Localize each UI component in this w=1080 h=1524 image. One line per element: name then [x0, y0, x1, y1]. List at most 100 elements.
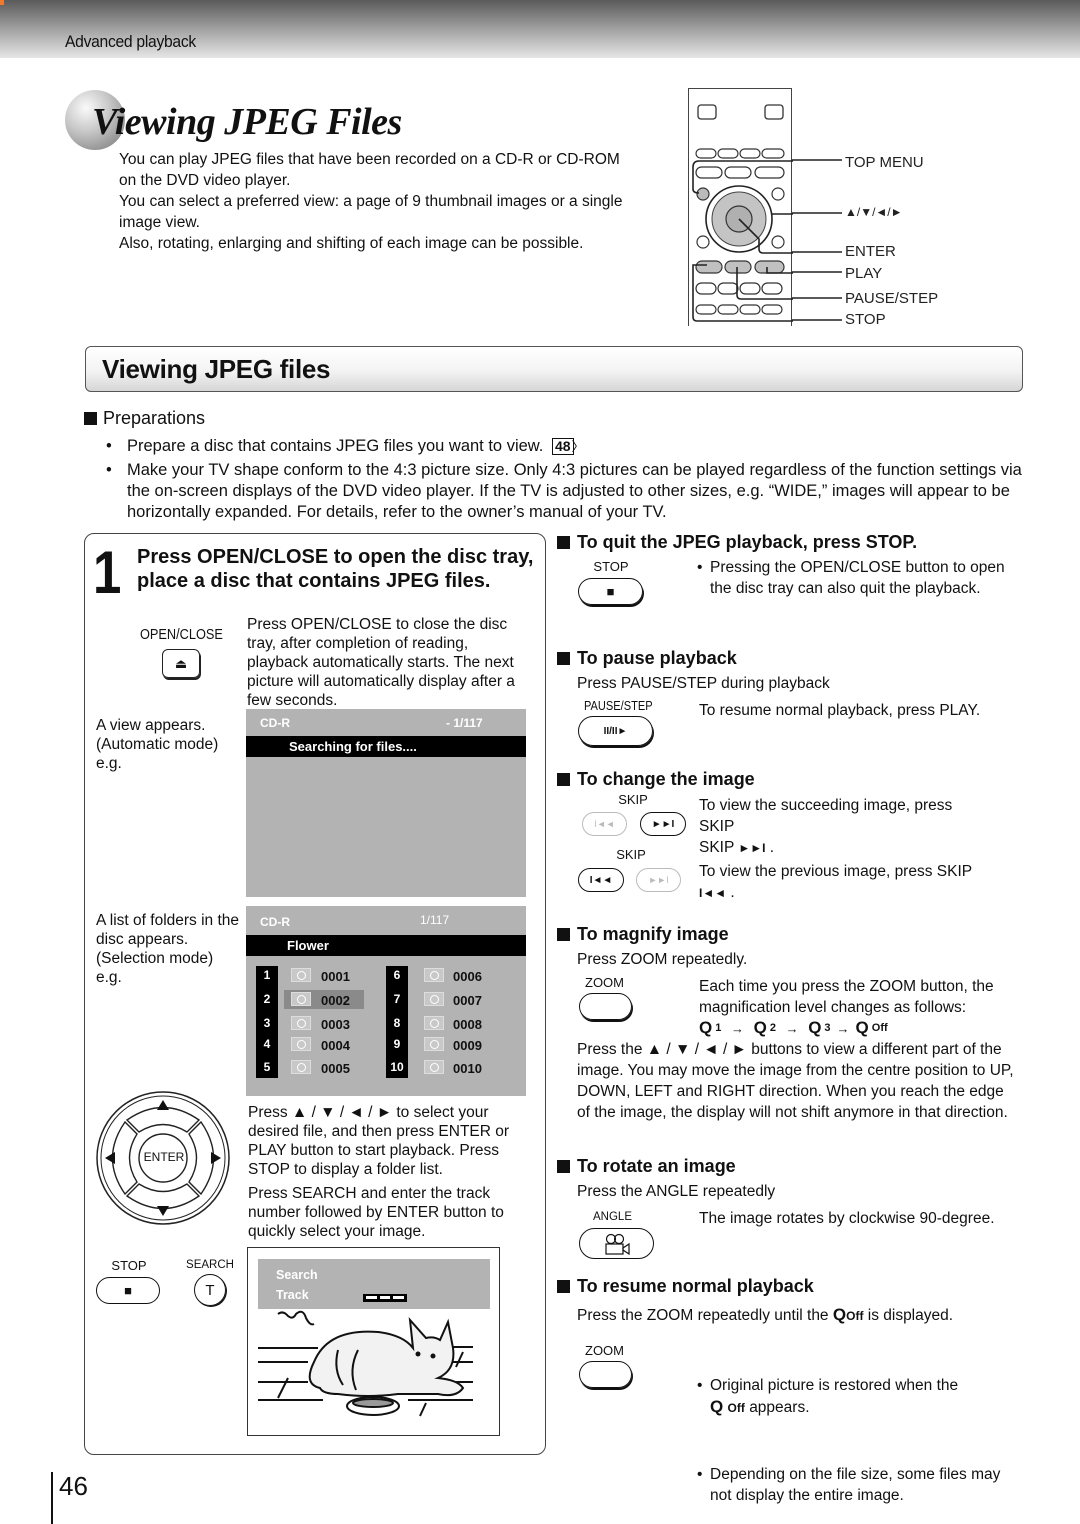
skip-next-icon: ►►I — [651, 818, 675, 830]
pause-step-button[interactable]: II/II► — [578, 716, 653, 746]
zoom-level: Q1 — [699, 1018, 722, 1037]
angle-label: ANGLE — [593, 1211, 632, 1223]
arrow-right-icon: → — [781, 1020, 803, 1036]
resume-heading: To resume normal playback — [557, 1276, 814, 1297]
file-number: 5 — [263, 1060, 271, 1074]
track-input-field — [363, 1294, 407, 1302]
arrow-right-icon: → — [727, 1020, 748, 1036]
pause-step-icon: II/II► — [603, 725, 628, 737]
preparations-heading: Preparations — [84, 408, 205, 429]
square-bullet-icon — [84, 412, 97, 425]
file-number: 10 — [390, 1060, 404, 1074]
heading-text: To rotate an image — [577, 1156, 736, 1176]
file-item[interactable]: 0007 — [453, 993, 482, 1008]
corner-mark — [0, 0, 4, 5]
square-bullet-icon — [557, 1160, 570, 1173]
skip-next-button[interactable]: ►►I — [640, 812, 686, 836]
file-number: 9 — [393, 1037, 401, 1051]
label-arrows: ▲/▼/◄/► — [845, 205, 903, 219]
square-bullet-icon — [557, 1280, 570, 1293]
skip-prev-text: To view the previous image, press SKIP I◄… — [699, 863, 973, 901]
label-play: PLAY — [845, 265, 883, 282]
square-bullet-icon — [557, 536, 570, 549]
list-item: Prepare a disc that contains JPEG files … — [106, 436, 1026, 457]
file-item[interactable]: 0003 — [321, 1017, 350, 1032]
file-number: 1 — [263, 968, 271, 982]
image-file-icon — [424, 968, 444, 982]
page-number-rule — [51, 1472, 53, 1524]
magnifier-icon: Q — [753, 1018, 767, 1037]
open-close-button[interactable]: ⏏ — [162, 649, 200, 678]
file-item[interactable]: 0009 — [453, 1038, 482, 1053]
osd-counter: 1/117 — [420, 913, 450, 927]
osd-search-label: Search — [276, 1268, 318, 1282]
magnifier-icon: Q — [832, 1305, 847, 1324]
stop-label: STOP — [111, 1258, 147, 1273]
zoom-button[interactable] — [579, 1361, 632, 1388]
zoom-level-sequence: Q1 → Q2 → Q3 → Q Off — [699, 1018, 888, 1038]
file-item[interactable]: 0001 — [321, 969, 350, 984]
page-number: 46 — [59, 1471, 88, 1501]
file-item[interactable]: 0004 — [321, 1038, 350, 1053]
arrow-right-icon: → — [836, 1020, 850, 1036]
square-bullet-icon — [557, 652, 570, 665]
square-bullet-icon — [557, 773, 570, 786]
remote-buttons-illustration — [692, 104, 793, 322]
rotate-instruction: Press the ANGLE repeatedly — [577, 1183, 776, 1200]
osd-disc-type: CD-R — [260, 716, 290, 730]
pan-text: Press the ▲ / ▼ / ◄ / ► buttons to view … — [577, 1041, 1014, 1121]
skip-prev-button[interactable]: I◄◄ — [578, 868, 624, 892]
stop-label: STOP — [593, 559, 629, 574]
file-item[interactable]: 0002 — [321, 993, 350, 1008]
prep-text: Prepare a disc that contains JPEG files … — [127, 437, 544, 455]
label-enter: ENTER — [845, 243, 896, 260]
osd-track-label: Track — [276, 1288, 309, 1302]
selection-mode-osd: CD-R 1/117 Flower 1 0001 2 0002 3 0003 4 0004 5 0… — [246, 906, 526, 1096]
stop-button[interactable]: ■ — [96, 1277, 160, 1304]
file-item[interactable]: 0005 — [321, 1061, 350, 1076]
intro-text: You can play JPEG files that have been r… — [119, 149, 639, 254]
heading-text: To magnify image — [577, 924, 729, 944]
zoom-label: ZOOM — [585, 975, 624, 990]
heading-text: To resume normal playback — [577, 1276, 814, 1296]
zoom-level: Q Off — [855, 1018, 888, 1037]
pause-heading: To pause playback — [557, 648, 737, 669]
angle-button[interactable] — [579, 1228, 654, 1259]
resume-instruction: Press the ZOOM repeatedly until the QOff… — [577, 1305, 954, 1324]
search-example-screen: Search Track — [247, 1247, 500, 1436]
image-file-icon — [291, 992, 311, 1006]
search-label: SEARCH — [186, 1259, 234, 1271]
page-ref-link[interactable]: 48 — [551, 438, 584, 455]
pause-note: To resume normal playback, press PLAY. — [699, 702, 981, 719]
preparations-label: Preparations — [103, 408, 206, 428]
intro-line: Also, rotating, enlarging and shifting o… — [119, 235, 584, 252]
osd-status-bar: Searching for files.... — [246, 736, 526, 757]
image-file-icon — [424, 1016, 444, 1030]
file-number: 8 — [393, 1016, 401, 1030]
search-button[interactable]: T — [194, 1274, 226, 1306]
file-number: 2 — [263, 992, 271, 1006]
stop-button[interactable]: ■ — [578, 578, 643, 605]
file-item[interactable]: 0008 — [453, 1017, 482, 1032]
open-close-text: Press OPEN/CLOSE to close the disc tray,… — [247, 616, 515, 709]
quit-heading: To quit the JPEG playback, press STOP. — [557, 532, 917, 553]
file-number: 6 — [393, 968, 401, 982]
step-number: 1 — [93, 539, 122, 606]
image-file-icon — [424, 1037, 444, 1051]
step-heading: Press OPEN/CLOSE to open the disc tray, … — [137, 546, 534, 592]
stop-icon: ■ — [606, 584, 615, 599]
file-number: 7 — [393, 992, 401, 1006]
label-top-menu: TOP MENU — [845, 154, 924, 171]
intro-line: You can play JPEG files that have been r… — [119, 151, 620, 189]
zoom-button[interactable] — [579, 993, 632, 1020]
magnifier-icon: Q — [855, 1018, 869, 1037]
prep-text: Make your TV shape conform to the 4:3 pi… — [127, 461, 1022, 521]
file-item[interactable]: 0006 — [453, 969, 482, 984]
navigation-text: Press ▲ / ▼ / ◄ / ► to select your desir… — [248, 1104, 510, 1178]
file-item[interactable]: 0010 — [453, 1061, 482, 1076]
change-heading: To change the image — [557, 769, 755, 790]
magnifier-icon: Q — [710, 1397, 724, 1416]
heading-text: To change the image — [577, 769, 755, 789]
quit-note: Pressing the OPEN/CLOSE button to open t… — [697, 557, 1007, 599]
magnify-instruction: Press ZOOM repeatedly. — [577, 951, 748, 968]
